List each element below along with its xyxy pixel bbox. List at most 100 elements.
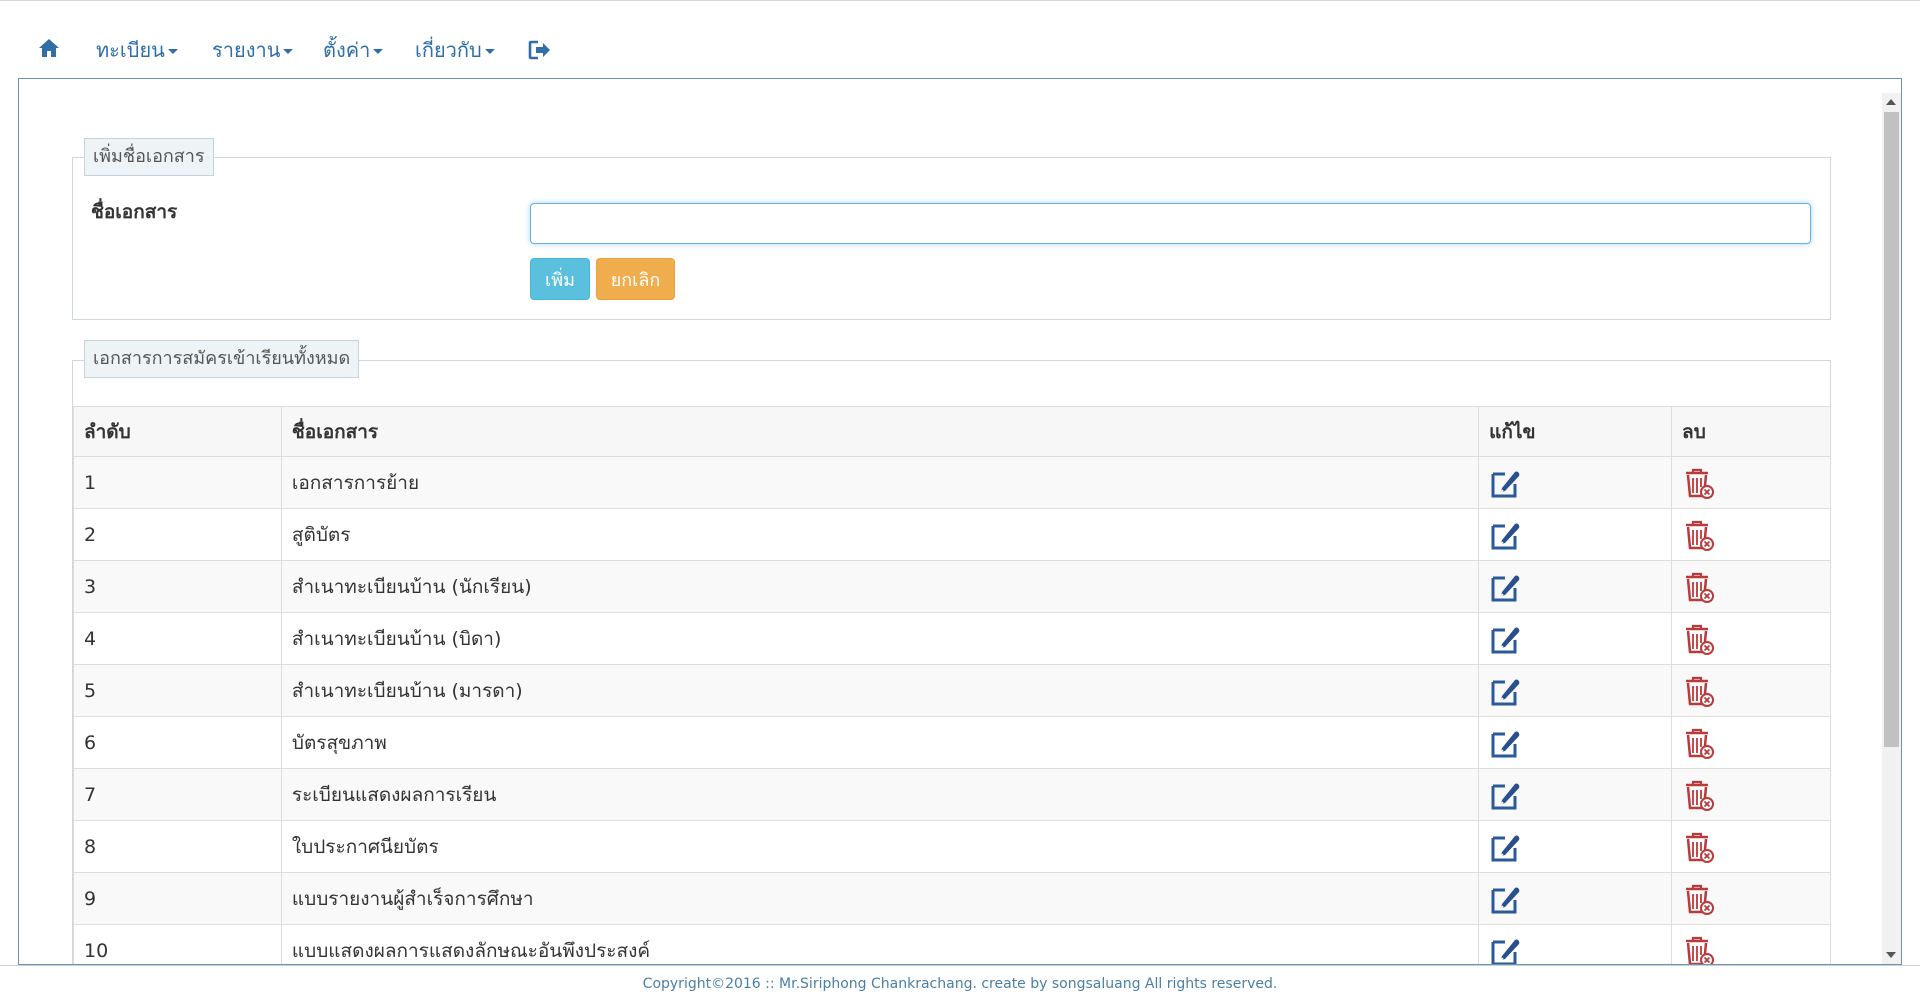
row-delete-cell bbox=[1671, 560, 1831, 613]
logout-link[interactable] bbox=[528, 39, 552, 67]
menu-about[interactable]: เกี่ยวกับ bbox=[415, 37, 495, 63]
table-row: 4 สำเนาทะเบียนบ้าน (บิดา) bbox=[73, 612, 1831, 665]
documents-table: ลำดับ ชื่อเอกสาร แก้ไข ลบ 1 เอกสารการย้าย… bbox=[73, 406, 1831, 964]
row-document-name: ใบประกาศนียบัตร bbox=[280, 820, 1480, 873]
header-name: ชื่อเอกสาร bbox=[280, 406, 1480, 457]
menu-registration-label: ทะเบียน bbox=[96, 38, 165, 62]
table-body: 1 เอกสารการย้าย 2 สูติบัตร 3 สำเนาทะเบียนบ้าน… bbox=[73, 456, 1831, 964]
top-navbar: ทะเบียน รายงาน ตั้งค่า เกี่ยวกับ bbox=[0, 0, 1920, 78]
edit-icon[interactable] bbox=[1489, 622, 1523, 656]
scroll-up-arrow-icon[interactable] bbox=[1886, 99, 1896, 105]
row-no: 2 bbox=[73, 508, 282, 561]
menu-reports[interactable]: รายงาน bbox=[212, 37, 294, 63]
trash-icon[interactable] bbox=[1682, 570, 1716, 604]
trash-icon[interactable] bbox=[1682, 726, 1716, 760]
table-row: 10 แบบแสดงผลการแสดงลักษณะอันพึงประสงค์ bbox=[73, 924, 1831, 964]
row-delete-cell bbox=[1671, 820, 1831, 873]
row-edit-cell bbox=[1478, 560, 1673, 613]
row-no: 4 bbox=[73, 612, 282, 665]
row-delete-cell bbox=[1671, 924, 1831, 964]
document-name-label: ชื่อเอกสาร bbox=[91, 201, 178, 223]
table-row: 1 เอกสารการย้าย bbox=[73, 456, 1831, 509]
chevron-down-icon bbox=[373, 49, 384, 54]
row-delete-cell bbox=[1671, 456, 1831, 509]
content-frame: เพิ่มชื่อเอกสาร ชื่อเอกสาร เพิ่ม ยกเลิก … bbox=[18, 78, 1902, 965]
add-document-legend: เพิ่มชื่อเอกสาร bbox=[84, 138, 214, 176]
table-row: 3 สำเนาทะเบียนบ้าน (นักเรียน) bbox=[73, 560, 1831, 613]
trash-icon[interactable] bbox=[1682, 778, 1716, 812]
footer: Copyright©2016 :: Mr.Siriphong Chankrach… bbox=[0, 965, 1920, 1003]
menu-settings[interactable]: ตั้งค่า bbox=[323, 37, 384, 63]
edit-icon[interactable] bbox=[1489, 674, 1523, 708]
row-delete-cell bbox=[1671, 508, 1831, 561]
row-edit-cell bbox=[1478, 768, 1673, 821]
cancel-button[interactable]: ยกเลิก bbox=[596, 258, 675, 300]
table-row: 7 ระเบียนแสดงผลการเรียน bbox=[73, 768, 1831, 821]
edit-icon[interactable] bbox=[1489, 934, 1523, 964]
trash-icon[interactable] bbox=[1682, 830, 1716, 864]
copyright-text: Copyright©2016 :: Mr.Siriphong Chankrach… bbox=[642, 976, 1278, 992]
table-row: 5 สำเนาทะเบียนบ้าน (มารดา) bbox=[73, 664, 1831, 717]
scroll-down-arrow-icon[interactable] bbox=[1886, 952, 1896, 958]
row-edit-cell bbox=[1478, 612, 1673, 665]
header-delete: ลบ bbox=[1671, 406, 1831, 457]
table-row: 6 บัตรสุขภาพ bbox=[73, 716, 1831, 769]
documents-legend: เอกสารการสมัครเข้าเรียนทั้งหมด bbox=[84, 340, 360, 378]
edit-icon[interactable] bbox=[1489, 518, 1523, 552]
edit-icon[interactable] bbox=[1489, 778, 1523, 812]
menu-reports-label: รายงาน bbox=[212, 38, 281, 62]
trash-icon[interactable] bbox=[1682, 466, 1716, 500]
row-edit-cell bbox=[1478, 508, 1673, 561]
row-document-name: เอกสารการย้าย bbox=[280, 456, 1480, 509]
row-edit-cell bbox=[1478, 924, 1673, 964]
row-document-name: บัตรสุขภาพ bbox=[280, 716, 1480, 769]
scrollbar-thumb[interactable] bbox=[1884, 112, 1899, 747]
trash-icon[interactable] bbox=[1682, 882, 1716, 916]
table-row: 9 แบบรายงานผู้สำเร็จการศึกษา bbox=[73, 872, 1831, 925]
header-no: ลำดับ bbox=[73, 406, 282, 457]
row-no: 9 bbox=[73, 872, 282, 925]
row-document-name: สำเนาทะเบียนบ้าน (บิดา) bbox=[280, 612, 1480, 665]
edit-icon[interactable] bbox=[1489, 830, 1523, 864]
row-delete-cell bbox=[1671, 716, 1831, 769]
row-edit-cell bbox=[1478, 664, 1673, 717]
table-row: 8 ใบประกาศนียบัตร bbox=[73, 820, 1831, 873]
row-no: 1 bbox=[73, 456, 282, 509]
row-edit-cell bbox=[1478, 456, 1673, 509]
table-header-row: ลำดับ ชื่อเอกสาร แก้ไข ลบ bbox=[73, 406, 1831, 457]
add-button[interactable]: เพิ่ม bbox=[530, 258, 590, 300]
row-delete-cell bbox=[1671, 768, 1831, 821]
row-edit-cell bbox=[1478, 872, 1673, 925]
trash-icon[interactable] bbox=[1682, 674, 1716, 708]
edit-icon[interactable] bbox=[1489, 570, 1523, 604]
row-document-name: แบบแสดงผลการแสดงลักษณะอันพึงประสงค์ bbox=[280, 924, 1480, 964]
trash-icon[interactable] bbox=[1682, 518, 1716, 552]
row-document-name: แบบรายงานผู้สำเร็จการศึกษา bbox=[280, 872, 1480, 925]
chevron-down-icon bbox=[283, 49, 294, 54]
row-delete-cell bbox=[1671, 664, 1831, 717]
sign-out-icon bbox=[528, 40, 550, 60]
home-link[interactable] bbox=[38, 37, 60, 65]
table-row: 2 สูติบัตร bbox=[73, 508, 1831, 561]
trash-icon[interactable] bbox=[1682, 622, 1716, 656]
row-no: 3 bbox=[73, 560, 282, 613]
row-no: 5 bbox=[73, 664, 282, 717]
chevron-down-icon bbox=[167, 49, 178, 54]
row-edit-cell bbox=[1478, 820, 1673, 873]
row-document-name: สูติบัตร bbox=[280, 508, 1480, 561]
row-delete-cell bbox=[1671, 612, 1831, 665]
chevron-down-icon bbox=[484, 49, 495, 54]
home-icon bbox=[39, 39, 59, 57]
vertical-scrollbar[interactable] bbox=[1882, 93, 1901, 964]
row-no: 8 bbox=[73, 820, 282, 873]
trash-icon[interactable] bbox=[1682, 934, 1716, 964]
header-edit: แก้ไข bbox=[1478, 406, 1673, 457]
row-no: 7 bbox=[73, 768, 282, 821]
document-name-input[interactable] bbox=[530, 203, 1811, 244]
menu-about-label: เกี่ยวกับ bbox=[415, 38, 482, 62]
edit-icon[interactable] bbox=[1489, 466, 1523, 500]
menu-registration[interactable]: ทะเบียน bbox=[96, 37, 178, 63]
menu-settings-label: ตั้งค่า bbox=[323, 38, 371, 62]
edit-icon[interactable] bbox=[1489, 882, 1523, 916]
edit-icon[interactable] bbox=[1489, 726, 1523, 760]
